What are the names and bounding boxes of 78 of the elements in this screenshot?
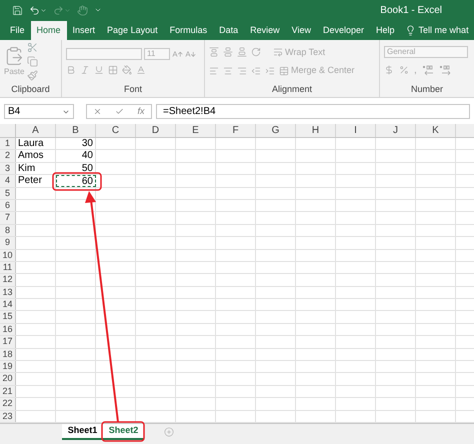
name-box[interactable]: B4 xyxy=(4,104,74,119)
row-header[interactable]: 20 xyxy=(0,373,16,385)
row-header[interactable]: 10 xyxy=(0,250,16,261)
table-cell: 40 xyxy=(56,150,96,162)
column-header[interactable]: H xyxy=(296,124,336,137)
ribbon-tab[interactable]: File xyxy=(4,21,31,40)
ribbon-tab[interactable]: Developer xyxy=(317,21,370,40)
table-cell: Kim xyxy=(16,162,56,174)
column-header[interactable]: K xyxy=(416,124,456,137)
row-header[interactable]: 21 xyxy=(0,386,16,398)
row-header[interactable]: 12 xyxy=(0,274,16,286)
insert-function-button[interactable]: fx xyxy=(137,104,144,118)
row-header[interactable]: 11 xyxy=(0,262,16,274)
group-label: Font xyxy=(122,83,143,96)
group-label: Clipboard xyxy=(10,83,51,96)
row-header[interactable]: 23 xyxy=(0,410,16,422)
row-header[interactable]: 22 xyxy=(0,398,16,410)
row-header[interactable]: 15 xyxy=(0,311,16,323)
column-header[interactable]: B xyxy=(56,124,96,137)
table-cell: Amos xyxy=(16,150,56,162)
wrap-text-icon xyxy=(273,47,283,58)
sheet-tab[interactable]: Sheet2 xyxy=(103,424,144,440)
column-header[interactable]: E xyxy=(176,124,216,137)
highlight-outline xyxy=(101,421,145,442)
clipboard-icon xyxy=(4,46,24,66)
sheet-tab[interactable]: Sheet1 xyxy=(62,424,103,440)
row-header[interactable]: 6 xyxy=(0,200,16,212)
row-header[interactable]: 1 xyxy=(0,138,16,150)
undo-icon[interactable] xyxy=(29,4,40,16)
formula-field[interactable]: =Sheet2!B4 xyxy=(156,104,470,119)
row-header[interactable]: 3 xyxy=(0,162,16,174)
row-header[interactable]: 19 xyxy=(0,361,16,372)
row-header[interactable]: 7 xyxy=(0,212,16,224)
column-header[interactable]: I xyxy=(336,124,376,137)
row-header[interactable]: 5 xyxy=(0,188,16,199)
table-cell: 60 xyxy=(56,175,96,187)
ribbon-tab[interactable]: Insert xyxy=(66,21,102,40)
table-cell: Peter xyxy=(16,175,56,187)
ribbon-tab[interactable]: Page Layout xyxy=(101,21,164,40)
window-title: Book1 - Excel xyxy=(380,4,442,18)
customize-caret-icon[interactable] xyxy=(94,6,102,14)
cancel-icon[interactable] xyxy=(93,107,102,116)
column-header[interactable]: D xyxy=(136,124,176,137)
column-header[interactable]: A xyxy=(16,124,56,137)
row-header[interactable]: 18 xyxy=(0,348,16,360)
ribbon-tab[interactable]: Home xyxy=(30,21,67,40)
table-cell: Laura xyxy=(16,138,56,150)
add-sheet-icon[interactable] xyxy=(164,426,174,437)
row-header[interactable]: 16 xyxy=(0,324,16,336)
tell-me-field[interactable]: Tell me what xyxy=(400,21,469,40)
row-header[interactable]: 8 xyxy=(0,224,16,236)
row-header[interactable]: 2 xyxy=(0,150,16,162)
row-header[interactable]: 14 xyxy=(0,299,16,310)
row-header[interactable]: 4 xyxy=(0,175,16,187)
group-label: Number xyxy=(410,83,444,96)
enter-icon[interactable] xyxy=(115,107,124,116)
merge-icon xyxy=(279,66,289,76)
ribbon-tab[interactable]: Formulas xyxy=(164,21,214,40)
table-cell: 50 xyxy=(56,162,96,174)
row-header[interactable]: 17 xyxy=(0,336,16,348)
row-header[interactable]: 9 xyxy=(0,237,16,249)
save-icon[interactable] xyxy=(12,4,23,16)
lightbulb-icon xyxy=(404,25,416,36)
column-header[interactable]: C xyxy=(96,124,136,137)
caret-icon[interactable] xyxy=(64,6,71,14)
ribbon-tab[interactable]: View xyxy=(286,21,317,40)
redo-icon[interactable] xyxy=(53,4,64,16)
row-header[interactable]: 13 xyxy=(0,286,16,298)
ribbon-tab[interactable]: Data xyxy=(213,21,244,40)
column-header[interactable]: J xyxy=(376,124,416,137)
table-cell: 30 xyxy=(56,138,96,150)
column-header[interactable]: F xyxy=(216,124,256,137)
ribbon-tab[interactable]: Review xyxy=(244,21,286,40)
caret-icon[interactable] xyxy=(40,6,47,14)
group-label: Alignment xyxy=(270,83,314,96)
column-header[interactable]: G xyxy=(256,124,296,137)
ribbon-tab[interactable]: Help xyxy=(370,21,401,40)
highlight-outline xyxy=(52,172,102,191)
